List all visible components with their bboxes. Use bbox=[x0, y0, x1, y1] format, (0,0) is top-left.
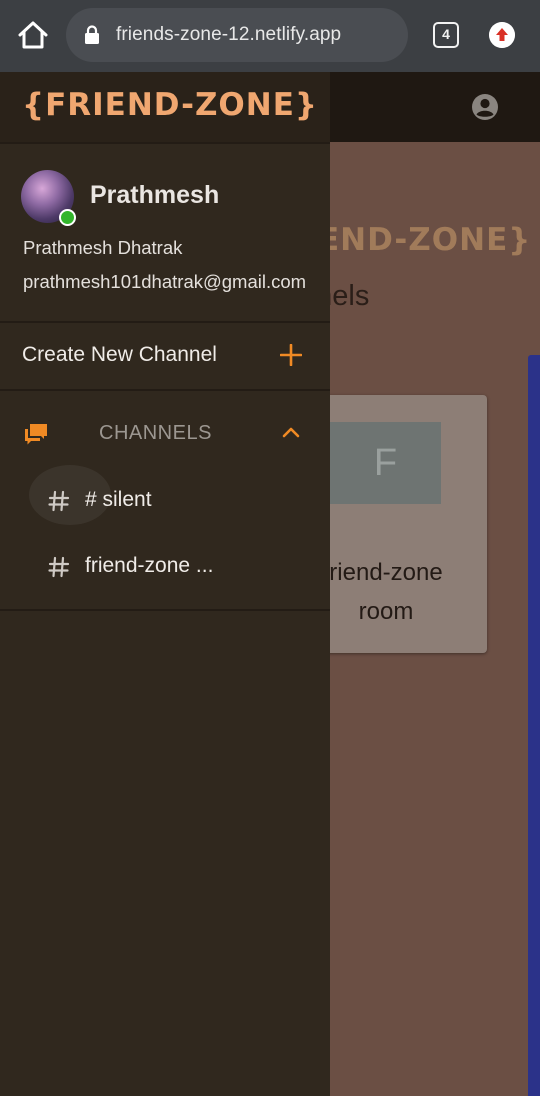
update-icon[interactable] bbox=[489, 22, 515, 48]
navigation-drawer: {FRIEND-ZONE} Prathmesh Prathmesh Dhatra… bbox=[0, 72, 330, 1096]
channel-label: friend-zone ... bbox=[85, 554, 214, 577]
plus-icon[interactable] bbox=[280, 344, 302, 366]
tab-switcher-button[interactable]: 4 bbox=[433, 22, 459, 48]
room-card[interactable]: F riend-zone room bbox=[316, 395, 487, 653]
divider bbox=[0, 389, 330, 391]
room-avatar: F bbox=[330, 422, 441, 504]
divider bbox=[0, 609, 330, 611]
account-circle-icon[interactable] bbox=[471, 93, 499, 121]
browser-toolbar: friends-zone-12.netlify.app 4 bbox=[0, 0, 540, 72]
chat-bubbles-icon bbox=[25, 424, 47, 445]
page-logo: END-ZONE} bbox=[318, 222, 532, 258]
home-icon[interactable] bbox=[16, 18, 50, 52]
divider bbox=[0, 142, 330, 144]
chevron-up-icon[interactable] bbox=[281, 425, 301, 439]
divider bbox=[0, 321, 330, 323]
address-bar[interactable]: friends-zone-12.netlify.app bbox=[66, 8, 408, 62]
user-display-name: Prathmesh bbox=[90, 181, 220, 209]
channels-title: CHANNELS bbox=[99, 422, 212, 444]
hash-icon bbox=[48, 490, 70, 512]
app-logo[interactable]: {FRIEND-ZONE} bbox=[22, 87, 318, 123]
scrollbar[interactable] bbox=[528, 355, 540, 1096]
hash-icon bbox=[48, 556, 70, 578]
url-text: friends-zone-12.netlify.app bbox=[116, 24, 342, 45]
create-channel-label: Create New Channel bbox=[22, 343, 217, 366]
lock-icon bbox=[85, 25, 99, 44]
drawer-header: {FRIEND-ZONE} bbox=[0, 72, 330, 142]
online-status-indicator bbox=[59, 209, 76, 226]
user-full-name: Prathmesh Dhatrak bbox=[23, 237, 183, 258]
user-email: prathmesh101dhatrak@gmail.com bbox=[23, 271, 307, 292]
channel-label: # silent bbox=[85, 488, 152, 511]
room-name: riend-zone room bbox=[329, 559, 443, 625]
